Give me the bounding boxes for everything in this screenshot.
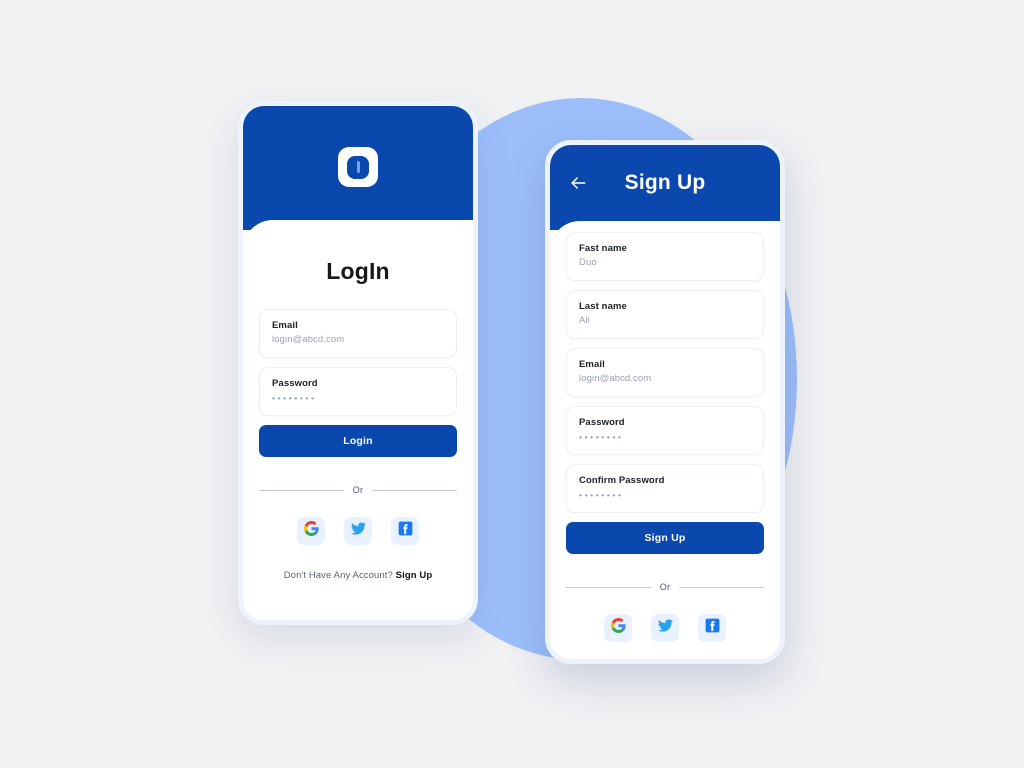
login-footer: Don't Have Any Account? Sign Up [259,570,457,581]
signup-submit-button[interactable]: Sign Up [566,522,764,554]
divider-line-right [679,586,764,588]
password-field-value: •••••••• [272,393,317,403]
signup-page-title: Sign Up [624,171,706,194]
divider-label: Or [352,485,364,495]
facebook-icon [705,618,720,638]
app-logo-inner-shape [347,155,369,179]
signup-top-bar: Sign Up [550,145,780,221]
signup-screen: Sign Up Fast name Duo Last name Ali Emai… [550,145,780,659]
email-field-value: login@abcd.com [272,334,345,345]
signup-phone-mockup: Sign Up Fast name Duo Last name Ali Emai… [545,140,785,664]
twitter-signup-button[interactable] [651,614,679,642]
last-name-field[interactable]: Last name Ali [566,290,764,339]
login-form: Email login@abcd.com Password •••••••• L… [259,309,457,581]
divider-line-left [259,489,344,491]
first-name-field-value: Duo [579,257,597,268]
twitter-icon [350,521,366,541]
google-icon [303,521,319,541]
login-footer-prompt: Don't Have Any Account? [283,570,396,581]
last-name-field-value: Ali [579,315,590,326]
login-submit-button[interactable]: Login [259,425,457,457]
twitter-icon [657,618,673,638]
password-field-value: •••••••• [579,432,624,442]
email-field-label: Email [579,359,605,370]
divider-line-left [566,586,651,588]
divider-label: Or [659,582,671,592]
signup-social-row [566,614,764,642]
facebook-icon [398,521,413,541]
confirm-password-field-value: •••••••• [579,490,624,500]
last-name-field-label: Last name [579,301,627,312]
login-page-title: LogIn [326,258,390,284]
password-field-label: Password [579,417,625,428]
login-social-row [259,517,457,545]
login-phone-mockup: LogIn Email login@abcd.com Password ••••… [238,101,478,625]
signup-form: Fast name Duo Last name Ali Email login@… [566,232,764,659]
app-logo-icon [338,147,378,187]
divider-line-right [372,489,457,491]
email-field[interactable]: Email login@abcd.com [566,348,764,397]
first-name-field-label: Fast name [579,243,627,254]
google-signup-button[interactable] [604,614,632,642]
password-field-label: Password [272,378,318,389]
email-field-label: Email [272,320,298,331]
login-or-divider: Or [259,485,457,495]
back-arrow-icon[interactable] [568,173,588,193]
twitter-login-button[interactable] [344,517,372,545]
app-logo-bar [356,161,360,173]
password-field[interactable]: Password •••••••• [566,406,764,455]
signup-or-divider: Or [566,582,764,592]
first-name-field[interactable]: Fast name Duo [566,232,764,281]
facebook-login-button[interactable] [391,517,419,545]
confirm-password-field-label: Confirm Password [579,475,665,486]
google-login-button[interactable] [297,517,325,545]
facebook-signup-button[interactable] [698,614,726,642]
confirm-password-field[interactable]: Confirm Password •••••••• [566,464,764,513]
email-field-value: login@abcd.com [579,373,652,384]
login-screen: LogIn Email login@abcd.com Password ••••… [243,106,473,620]
signup-link[interactable]: Sign Up [396,570,433,581]
email-field[interactable]: Email login@abcd.com [259,309,457,358]
google-icon [610,618,626,638]
mockup-stage: LogIn Email login@abcd.com Password ••••… [0,0,1024,768]
password-field[interactable]: Password •••••••• [259,367,457,416]
